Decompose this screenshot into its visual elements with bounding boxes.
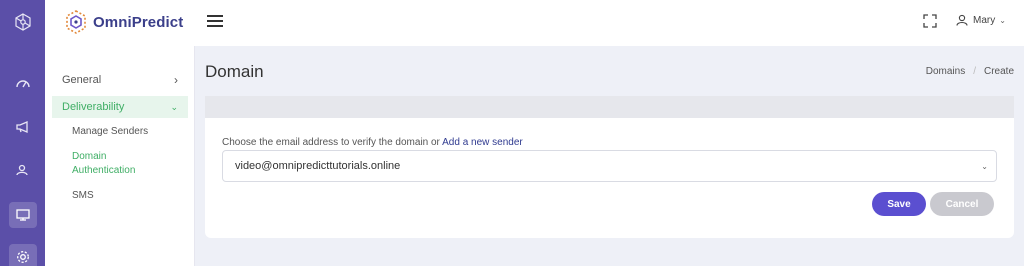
card-header-band	[205, 96, 1014, 118]
monitor-icon[interactable]	[0, 200, 45, 230]
subnav-link-manage-senders[interactable]: Manage Senders	[72, 125, 148, 139]
subnav-item-deliverability[interactable]: Deliverability ⌄	[52, 96, 188, 118]
sender-select-label: Choose the email address to verify the d…	[222, 137, 523, 148]
subnav-item-label: General	[62, 74, 102, 86]
chevron-down-icon: ⌄	[170, 101, 178, 112]
fullscreen-icon[interactable]	[923, 14, 937, 33]
save-button[interactable]: Save	[872, 192, 926, 216]
brand-name: OmniPredict	[93, 13, 184, 31]
subnav-link-label: Domain	[72, 151, 107, 162]
settings-subnav: General › Deliverability ⌄ Manage Sender…	[45, 46, 195, 266]
chevron-down-icon: ⌄	[999, 15, 1006, 25]
top-header: OmniPredict Mary ⌄	[45, 0, 1024, 46]
selected-email: video@omnipredicttutorials.online	[235, 160, 401, 172]
subnav-link-sms[interactable]: SMS	[72, 189, 94, 203]
chevron-right-icon: ›	[174, 73, 178, 87]
add-new-sender-link[interactable]: Add a new sender	[442, 137, 523, 148]
settings-gear-icon[interactable]	[0, 242, 45, 266]
speedometer-icon[interactable]	[0, 68, 45, 98]
user-icon	[956, 14, 968, 26]
icon-rail	[0, 0, 45, 266]
cancel-button[interactable]: Cancel	[930, 192, 994, 216]
chevron-down-icon: ⌄	[981, 161, 988, 171]
page-title: Domain	[205, 62, 264, 81]
breadcrumb-link-domains[interactable]: Domains	[926, 66, 965, 77]
sender-email-select[interactable]: video@omnipredicttutorials.online ⌄	[222, 150, 997, 182]
user-menu[interactable]: Mary ⌄	[956, 14, 1006, 26]
breadcrumb-current: Create	[983, 66, 1014, 77]
megaphone-icon[interactable]	[0, 112, 45, 142]
subnav-link-label: Authentication	[72, 165, 136, 176]
hexagon-logo-icon[interactable]	[0, 7, 45, 37]
domain-form-card: Choose the email address to verify the d…	[205, 118, 1014, 238]
label-text: Choose the email address to verify the d…	[222, 137, 440, 148]
contacts-icon[interactable]	[0, 155, 45, 185]
menu-toggle-icon[interactable]	[207, 15, 223, 29]
subnav-item-label: Deliverability	[62, 101, 125, 113]
subnav-item-general[interactable]: General ›	[52, 69, 188, 91]
omnipredict-logo-icon	[66, 10, 86, 34]
breadcrumb-separator: /	[973, 66, 976, 77]
breadcrumb: Domains / Create	[926, 66, 1014, 77]
brand-logo[interactable]: OmniPredict	[65, 10, 183, 34]
user-name: Mary	[973, 14, 996, 26]
subnav-link-domain-authentication[interactable]: Domain Authentication	[72, 150, 135, 178]
